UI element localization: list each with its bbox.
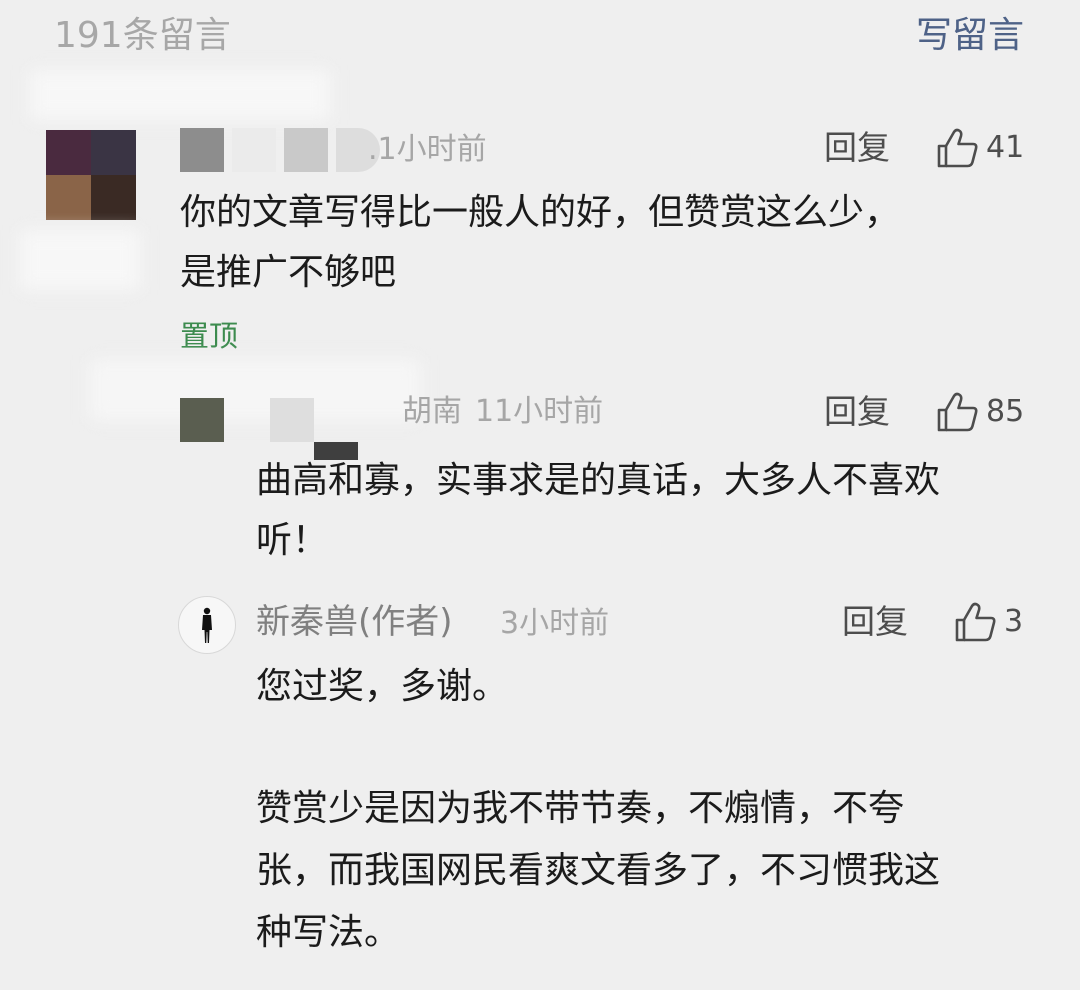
reply-body-line: 张，而我国网民看爽文看多了，不习惯我这 xyxy=(256,850,941,891)
reply-body-line: 您过奖，多谢。 xyxy=(256,666,509,707)
comment-1: .1小时前 回复 41 你的文章写得比一般人的好，但赞赏这么少， 是推广不够吧 … xyxy=(0,100,1080,360)
comment-count: 191条留言 xyxy=(54,15,231,56)
comment-location: 胡南 xyxy=(402,394,462,429)
comment-body-line: 你的文章写得比一般人的好，但赞赏这么少， xyxy=(180,192,901,233)
comment-time: .1小时前 xyxy=(368,132,487,167)
comment-2: 胡南 11小时前 回复 85 曲高和寡，实事求是的真话，大多人不喜欢 听！ xyxy=(0,380,1080,580)
reply-time: 3小时前 xyxy=(500,606,610,641)
like-button[interactable]: 41 xyxy=(936,126,1024,170)
thumbs-up-icon xyxy=(937,392,978,432)
comment-body-line: 曲高和寡，实事求是的真话，大多人不喜欢 xyxy=(256,460,941,501)
reply-body-line: 种写法。 xyxy=(256,912,401,953)
like-button[interactable]: 3 xyxy=(954,600,1023,644)
reply-button[interactable]: 回复 xyxy=(824,126,890,170)
thumbs-up-icon xyxy=(955,602,996,642)
author-avatar[interactable] xyxy=(178,596,236,654)
commenter-name-masked xyxy=(180,128,380,172)
commenter-avatar[interactable] xyxy=(180,398,224,442)
comment-body-line: 听！ xyxy=(256,520,329,561)
reply-body-line: 赞赏少是因为我不带节奏，不煽情，不夸 xyxy=(256,788,905,829)
commenter-avatar[interactable] xyxy=(46,130,136,220)
like-button[interactable]: 85 xyxy=(936,390,1024,434)
author-reply: 新秦兽(作者) 3小时前 回复 3 您过奖，多谢。 赞赏少是因为我不带节奏，不煽… xyxy=(0,590,1080,990)
author-name[interactable]: 新秦兽(作者) xyxy=(256,600,453,644)
like-count: 85 xyxy=(986,394,1025,429)
reply-button[interactable]: 回复 xyxy=(824,390,890,434)
write-comment-button[interactable]: 写留言 xyxy=(916,12,1024,60)
comment-body-line: 是推广不够吧 xyxy=(180,252,397,293)
comment-time: 11小时前 xyxy=(475,394,604,429)
commenter-name-masked xyxy=(270,398,314,442)
thumbs-up-icon xyxy=(937,128,978,168)
reply-button[interactable]: 回复 xyxy=(842,600,908,644)
like-count: 3 xyxy=(1004,604,1024,639)
author-avatar-figure xyxy=(202,607,212,643)
pinned-label: 置顶 xyxy=(180,319,239,353)
like-count: 41 xyxy=(986,130,1025,165)
